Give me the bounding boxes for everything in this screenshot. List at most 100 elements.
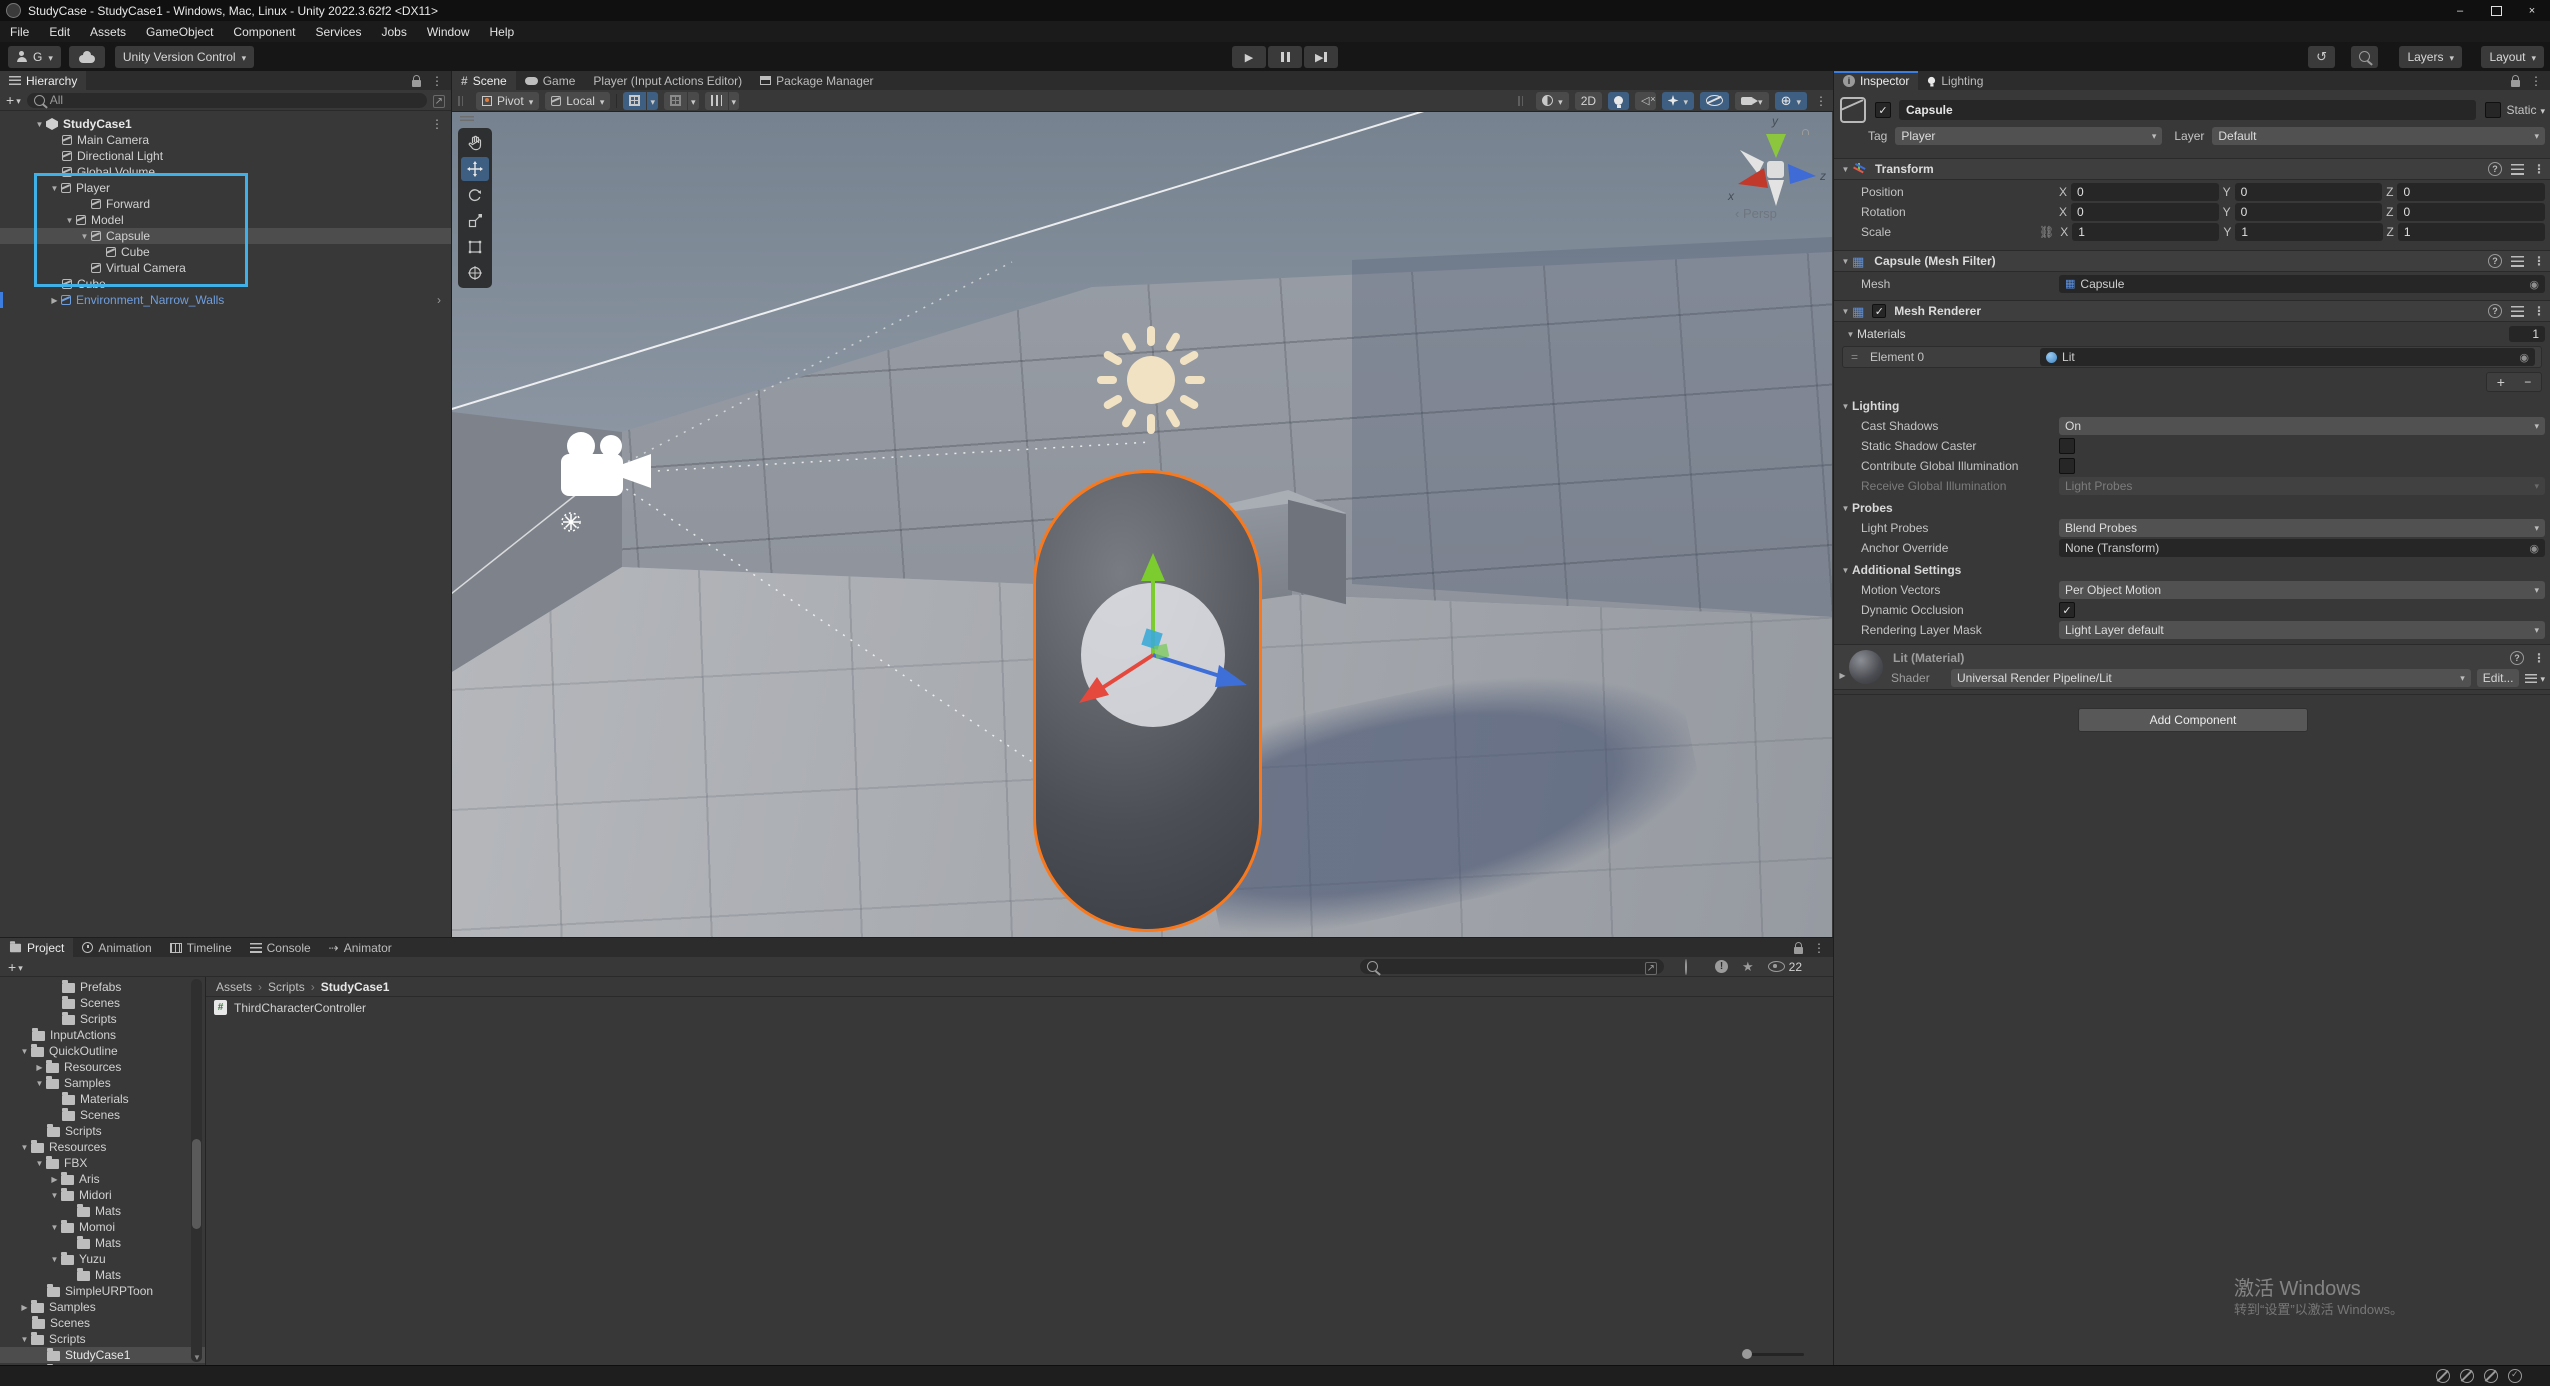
menu-gameobject[interactable]: GameObject [136,21,223,42]
foldout-icon[interactable] [48,1255,61,1264]
position-z-field[interactable]: 0 [2397,183,2545,201]
camera-gizmo-icon[interactable] [547,424,677,539]
tree-item[interactable]: Prefabs [0,979,205,995]
panel-menu-icon[interactable] [1815,94,1827,108]
perspective-label[interactable]: ‹ Persp [1735,206,1777,221]
foldout-icon[interactable] [48,1223,61,1232]
mesh-object-field[interactable]: Capsule [2059,275,2545,293]
project-search-input[interactable] [1360,959,1664,974]
panel-menu-icon[interactable] [431,74,443,88]
lock-icon[interactable] [2511,80,2520,87]
hierarchy-item[interactable]: Cube [0,244,451,260]
help-icon[interactable] [2488,162,2502,176]
active-checkbox[interactable] [1875,102,1891,118]
materials-count-field[interactable]: 1 [2509,326,2545,342]
scene-visibility-toggle[interactable] [1700,92,1729,110]
icon-size-slider[interactable] [1742,1353,1804,1356]
tree-item[interactable]: QuickOutline [0,1043,205,1059]
scrollbar-thumb[interactable] [192,1139,201,1229]
tree-item-selected[interactable]: StudyCase1 [0,1347,205,1363]
minimize-button[interactable]: – [2442,0,2478,21]
hierarchy-item[interactable]: Model [0,212,451,228]
tab-project[interactable]: Project [0,938,73,957]
importance-filter-icon[interactable] [1715,960,1728,973]
menu-help[interactable]: Help [480,21,525,42]
rect-tool[interactable] [461,235,489,259]
grid-visibility-toggle[interactable] [664,92,687,110]
sun-light-gizmo-icon[interactable] [1091,320,1211,440]
lighting-foldout[interactable]: Lighting [1834,396,2550,416]
static-shadow-caster-checkbox[interactable] [2059,438,2075,454]
hierarchy-item-selected[interactable]: Capsule [0,228,451,244]
menu-assets[interactable]: Assets [80,21,136,42]
tab-inspector[interactable]: Inspector [1834,71,1918,90]
tab-player-input-actions[interactable]: Player (Input Actions Editor) [584,71,751,90]
tree-item[interactable]: Yuzu [0,1251,205,1267]
visible-count[interactable]: 22 [1768,960,1802,974]
hierarchy-item-prefab[interactable]: Environment_Narrow_Walls › [0,292,451,308]
foldout-icon[interactable] [48,184,61,193]
pause-button[interactable] [1268,46,1302,68]
component-menu-icon[interactable] [2533,304,2545,318]
hierarchy-item[interactable]: Cube [0,276,451,292]
tree-item[interactable]: Mats [0,1235,205,1251]
drag-handle-icon[interactable]: = [1851,350,1858,364]
tree-item[interactable]: Momoi [0,1219,205,1235]
axis-y-label[interactable]: y [1771,114,1779,128]
menu-window[interactable]: Window [417,21,480,42]
grid-visibility-dropdown[interactable] [688,92,699,110]
rotation-x-field[interactable]: 0 [2071,203,2219,221]
tree-item[interactable]: Scenes [0,995,205,1011]
position-y-field[interactable]: 0 [2235,183,2383,201]
snap-increment-dropdown[interactable] [729,92,740,110]
move-tool-selected[interactable] [461,157,489,181]
local-global-toggle[interactable]: Local [545,92,610,110]
scene-menu-icon[interactable] [431,117,443,131]
materials-row[interactable]: Materials 1 [1834,324,2550,344]
menu-services[interactable]: Services [305,21,371,42]
scale-y-field[interactable]: 1 [2235,223,2382,241]
tree-item[interactable]: Samples [0,1075,205,1091]
help-icon[interactable] [2488,254,2502,268]
add-material-button[interactable] [2497,374,2505,390]
hierarchy-item[interactable]: Virtual Camera [0,260,451,276]
probes-foldout[interactable]: Probes [1834,498,2550,518]
transform-tool[interactable] [461,261,489,285]
transform-header[interactable]: Transform [1834,158,2550,180]
rendering-layer-mask-dropdown[interactable]: Light Layer default [2059,621,2545,639]
tree-item[interactable]: SimpleURPToon [0,1283,205,1299]
renderer-enabled-checkbox[interactable] [1872,304,1886,318]
breadcrumb-scripts[interactable]: Scripts [268,980,305,994]
tag-dropdown[interactable]: Player [1895,127,2162,145]
foldout-icon[interactable] [1839,257,1852,266]
effects-dropdown[interactable] [1662,92,1695,110]
help-icon[interactable] [2510,651,2524,665]
static-checkbox[interactable] [2485,102,2501,118]
additional-settings-foldout[interactable]: Additional Settings [1834,560,2550,580]
foldout-icon[interactable] [18,1047,31,1056]
search-by-type-button[interactable] [1685,960,1687,974]
dynamic-occlusion-checkbox[interactable] [2059,602,2075,618]
presets-icon[interactable] [2511,256,2524,267]
cache-server-status-icon[interactable] [2460,1369,2474,1383]
foldout-icon[interactable] [48,1191,61,1200]
motion-vectors-dropdown[interactable]: Per Object Motion [2059,581,2545,599]
tree-item[interactable]: Scenes [0,1315,205,1331]
version-control-dropdown[interactable]: Unity Version Control [115,46,254,68]
move-gizmo[interactable] [1033,535,1273,775]
breadcrumb-current[interactable]: StudyCase1 [321,980,390,994]
name-field[interactable]: Capsule [1899,100,2476,120]
tree-item[interactable]: InputActions [0,1027,205,1043]
tab-animation[interactable]: Animation [73,938,160,957]
tree-item[interactable]: Mats [0,1203,205,1219]
lock-icon[interactable] [412,80,421,87]
material-object-field[interactable]: Lit [2040,348,2535,366]
foldout-icon[interactable] [1839,504,1852,513]
breadcrumb-assets[interactable]: Assets [216,980,252,994]
rotation-y-field[interactable]: 0 [2235,203,2383,221]
scale-x-field[interactable]: 1 [2072,223,2219,241]
menu-jobs[interactable]: Jobs [371,21,416,42]
foldout-icon[interactable] [78,232,91,241]
gameobject-big-icon[interactable] [1840,97,1866,123]
tree-item[interactable]: Materials [0,1091,205,1107]
